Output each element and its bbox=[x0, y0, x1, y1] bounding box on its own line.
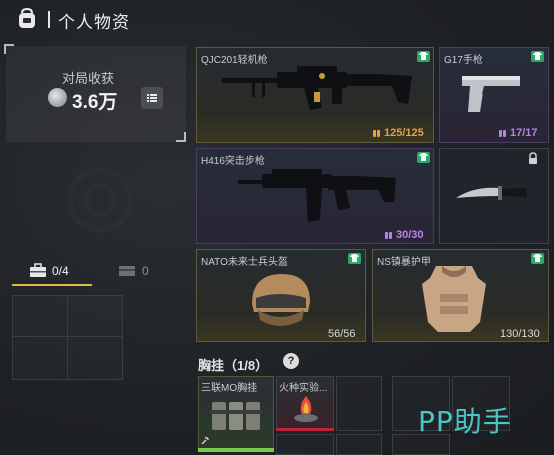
tag-icon bbox=[531, 253, 544, 264]
weapon-name-primary2: H416突击步枪 bbox=[201, 156, 265, 167]
backpack-slot[interactable] bbox=[12, 295, 68, 337]
knife-icon bbox=[456, 186, 527, 200]
coin-icon bbox=[48, 88, 67, 107]
emblem-watermark-icon bbox=[67, 167, 133, 233]
chest-rig-slot[interactable] bbox=[336, 434, 382, 455]
toolbox-icon bbox=[30, 263, 46, 277]
backpack-slot[interactable] bbox=[67, 295, 123, 337]
armor-durability-helmet: 56/56 bbox=[328, 328, 356, 340]
chest-rig-title: 胸挂（1/8） bbox=[198, 358, 269, 373]
ammo-icon bbox=[373, 130, 380, 137]
help-icon[interactable]: ? bbox=[283, 353, 299, 369]
wallet-icon bbox=[119, 266, 135, 276]
weapon-ammo-pistol: 17/17 bbox=[510, 127, 538, 139]
page-title: 个人物资 bbox=[58, 13, 130, 32]
title-separator bbox=[48, 11, 50, 28]
panel-corner-top-left bbox=[4, 44, 14, 54]
lock-icon bbox=[529, 152, 537, 164]
list-icon bbox=[147, 94, 157, 102]
tab-safebox-count: 0 bbox=[142, 264, 149, 278]
chest-rig-icon bbox=[210, 402, 262, 430]
tag-icon bbox=[417, 51, 430, 62]
backpack-slot[interactable] bbox=[12, 336, 68, 380]
rarity-bar bbox=[198, 448, 274, 452]
chest-rig-slot[interactable] bbox=[336, 376, 382, 431]
flame-crystal-icon bbox=[294, 396, 318, 422]
tab-safebox[interactable] bbox=[100, 258, 180, 286]
tab-backpack-count: 0/4 bbox=[52, 264, 69, 278]
machine-gun-icon bbox=[222, 66, 412, 110]
assault-rifle-icon bbox=[238, 169, 396, 222]
helmet-icon bbox=[252, 274, 310, 326]
armor-name-helmet: NATO未来士兵头盔 bbox=[201, 257, 288, 268]
weapon-ammo-primary1: 125/125 bbox=[384, 127, 424, 139]
watermark-logo: PP助手 bbox=[418, 405, 512, 438]
rarity-bar bbox=[276, 428, 334, 431]
weapon-name-pistol: G17手枪 bbox=[444, 55, 483, 66]
backpack-slot[interactable] bbox=[67, 336, 123, 380]
panel-corner-bottom-right bbox=[176, 132, 186, 142]
body-armor-icon bbox=[422, 266, 486, 332]
chest-rig-slot[interactable] bbox=[276, 434, 334, 455]
tag-icon bbox=[348, 253, 361, 264]
wrench-icon bbox=[201, 437, 209, 445]
armor-durability-vest: 130/130 bbox=[500, 328, 540, 340]
income-detail-button[interactable] bbox=[141, 87, 163, 109]
tab-active-indicator bbox=[12, 284, 92, 286]
ammo-icon bbox=[385, 232, 392, 239]
tag-icon bbox=[531, 51, 544, 62]
income-value: 3.6万 bbox=[72, 92, 118, 113]
chest-rig-item-name: 三联MO胸挂 bbox=[201, 383, 258, 394]
ammo-icon bbox=[499, 130, 506, 137]
weapon-ammo-primary2: 30/30 bbox=[396, 229, 424, 241]
backpack-icon bbox=[16, 7, 38, 30]
tag-icon bbox=[417, 152, 430, 163]
pistol-icon bbox=[462, 76, 520, 112]
income-label: 对局收获 bbox=[62, 71, 115, 86]
